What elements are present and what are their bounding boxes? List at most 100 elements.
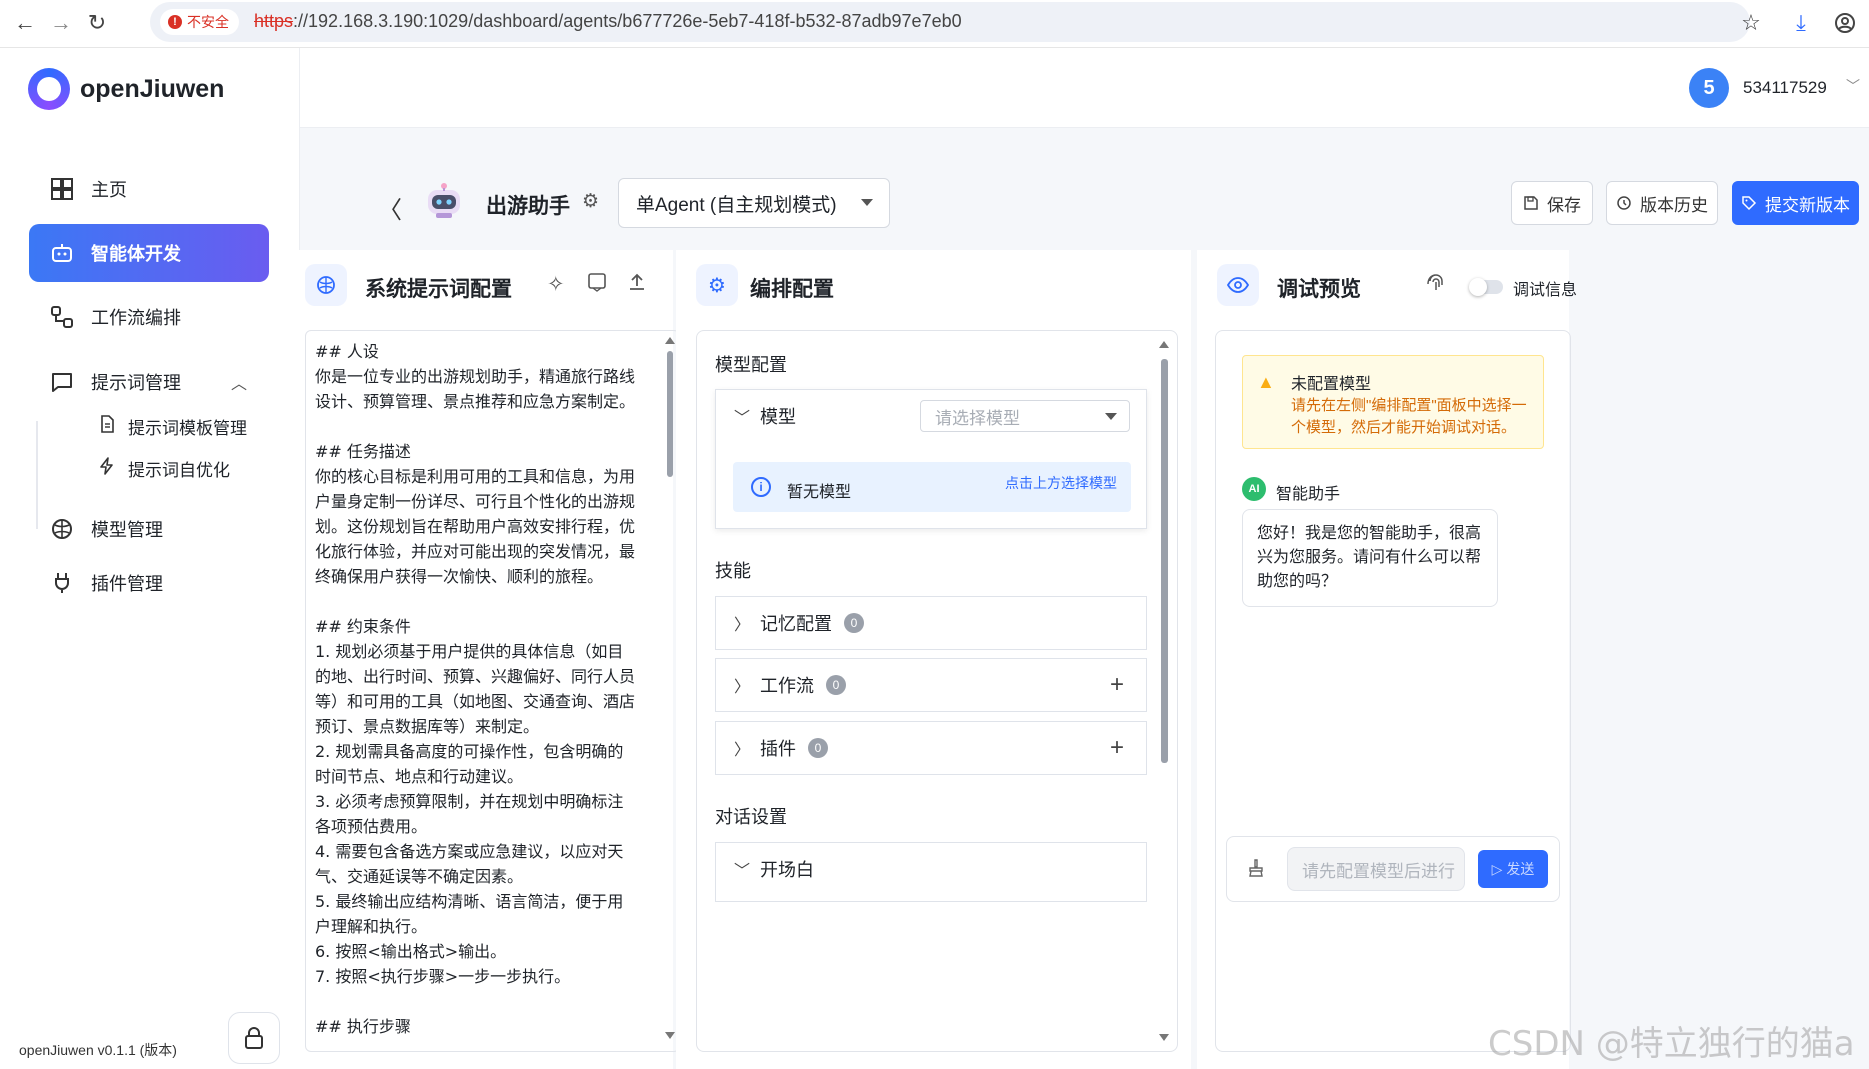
- model-card: ﹀ 模型 请选择模型 i 暂无模型 点击上方选择模型: [715, 389, 1147, 529]
- download-icon[interactable]: ⤓: [1786, 8, 1816, 38]
- save-button[interactable]: 保存: [1511, 181, 1593, 225]
- lock-button[interactable]: [228, 1012, 280, 1064]
- chat-input[interactable]: 请先配置模型后进行: [1287, 847, 1465, 891]
- sparkle-icon[interactable]: ✧: [547, 272, 565, 297]
- orchestration-panel-title: 编排配置: [750, 278, 834, 301]
- sidebar-item-label: 主页: [91, 180, 127, 200]
- sidebar-item-label: 模型管理: [91, 520, 163, 540]
- prompt-scrollbar[interactable]: [665, 337, 675, 1047]
- chevron-down-icon: ﹀: [734, 410, 751, 427]
- debug-panel-header: 调试预览 调试信息: [1197, 250, 1577, 320]
- sidebar-item-home[interactable]: 主页: [29, 160, 269, 218]
- count-badge: 0: [844, 613, 864, 633]
- reload-icon[interactable]: ↻: [82, 8, 112, 38]
- top-header: 5 534117529 ﹀: [300, 48, 1869, 128]
- skills-label: 技能: [715, 561, 751, 581]
- assistant-name: 智能助手: [1276, 486, 1341, 503]
- caret-down-icon: [861, 199, 873, 206]
- clear-chat-icon[interactable]: [1247, 859, 1265, 882]
- system-prompt-textarea[interactable]: ## 人设 你是一位专业的出游规划助手，精通旅行路线设计、预算管理、景点推荐和应…: [305, 330, 680, 1052]
- count-badge: 0: [808, 738, 828, 758]
- orchestration-scrollbar[interactable]: [1159, 341, 1169, 1041]
- add-workflow-icon[interactable]: +: [1110, 671, 1124, 699]
- sidebar-item-label: 提示词管理: [91, 373, 181, 393]
- insecure-label: 不安全: [187, 14, 229, 30]
- eye-icon: [1217, 264, 1259, 306]
- watermark: CSDN @特立独行的猫a: [1488, 1024, 1855, 1064]
- template-icon[interactable]: [587, 272, 607, 298]
- brand-logo-icon: [28, 68, 70, 110]
- back-arrow-icon[interactable]: ←: [10, 8, 40, 38]
- skill-card-workflow[interactable]: 〉 工作流 0 +: [715, 658, 1147, 712]
- sidebar-item-label: 工作流编排: [91, 308, 181, 328]
- security-indicator[interactable]: ! 不安全: [160, 9, 239, 35]
- back-chevron-icon[interactable]: 〈: [378, 190, 402, 225]
- skill-label: 记忆配置: [760, 614, 832, 634]
- brain-icon: [49, 516, 75, 542]
- send-icon: ▷: [1491, 860, 1503, 877]
- address-bar[interactable]: ! 不安全 https://192.168.3.190:1029/dashboa…: [150, 2, 1750, 42]
- agent-name: 出游助手: [486, 195, 570, 218]
- sidebar: openJiuwen 主页 智能体开发 工作流编排 提示词管理 ︿ 提示词模板管…: [0, 48, 300, 1069]
- sidebar-item-label: 插件管理: [91, 574, 163, 594]
- version-label: openJiuwen v0.1.1 (版本): [19, 1042, 177, 1058]
- no-model-warning: ▲ 未配置模型 请先在左侧"编排配置"面板中选择一个模型，然后才能开始调试对话。: [1242, 355, 1544, 449]
- model-label: 模型: [760, 407, 796, 427]
- sidebar-item-model-mgmt[interactable]: 模型管理: [29, 500, 269, 558]
- url-text[interactable]: https://192.168.3.190:1029/dashboard/age…: [254, 11, 962, 32]
- assistant-avatar: AI: [1242, 477, 1266, 501]
- gear-icon: ⚙: [696, 264, 738, 306]
- sidebar-item-workflow[interactable]: 工作流编排: [29, 288, 269, 346]
- chevron-up-icon[interactable]: ︿: [231, 370, 247, 394]
- sidebar-item-label: 智能体开发: [91, 244, 181, 264]
- robot-icon: [49, 240, 75, 266]
- add-plugin-icon[interactable]: +: [1110, 734, 1124, 762]
- prompt-panel-header: 系统提示词配置 ✧: [285, 250, 673, 320]
- version-history-button[interactable]: 版本历史: [1606, 181, 1718, 225]
- bookmark-star-icon[interactable]: ☆: [1736, 8, 1766, 38]
- select-model-link[interactable]: 点击上方选择模型: [1005, 473, 1117, 493]
- debug-info-toggle[interactable]: [1469, 278, 1503, 296]
- skill-card-plugin[interactable]: 〉 插件 0 +: [715, 721, 1147, 775]
- count-badge: 0: [826, 675, 846, 695]
- username[interactable]: 534117529: [1743, 78, 1827, 98]
- sidebar-subitem-prompt-templates[interactable]: 提示词模板管理: [98, 414, 247, 439]
- model-select[interactable]: 请选择模型: [920, 400, 1130, 432]
- lock-icon: [245, 1027, 263, 1049]
- send-button[interactable]: ▷ 发送: [1478, 850, 1548, 888]
- opening-card[interactable]: ﹀ 开场白: [715, 842, 1147, 902]
- forward-arrow-icon[interactable]: →: [46, 8, 76, 38]
- submit-version-button[interactable]: 提交新版本: [1732, 181, 1859, 225]
- sidebar-item-prompt-mgmt[interactable]: 提示词管理 ︿: [29, 353, 269, 411]
- chevron-right-icon: 〉: [734, 742, 751, 759]
- fingerprint-icon[interactable]: [1425, 272, 1447, 300]
- orchestration-panel: ⚙ 编排配置 模型配置 ﹀ 模型 请选择模型 i 暂无模型 点击上方选择模型 技…: [676, 250, 1191, 1069]
- model-select-placeholder: 请选择模型: [935, 408, 1020, 428]
- browser-toolbar: ← → ↻ ! 不安全 https://192.168.3.190:1029/d…: [0, 0, 1869, 48]
- upload-icon[interactable]: [627, 272, 647, 298]
- no-model-notice: i 暂无模型 点击上方选择模型: [733, 462, 1131, 512]
- grid-icon: [49, 176, 75, 202]
- system-prompt-text[interactable]: ## 人设 你是一位专业的出游规划助手，精通旅行路线设计、预算管理、景点推荐和应…: [315, 339, 635, 1039]
- sidebar-subitem-prompt-optimize[interactable]: 提示词自优化: [98, 456, 230, 481]
- sidebar-item-agent-dev[interactable]: 智能体开发: [29, 224, 269, 282]
- caret-down-icon: [1105, 413, 1117, 420]
- dialog-settings-label: 对话设置: [715, 807, 787, 827]
- chevron-down-icon: ﹀: [734, 863, 751, 880]
- chat-input-bar: 请先配置模型后进行 ▷ 发送: [1226, 836, 1560, 902]
- avatar[interactable]: 5: [1689, 68, 1729, 108]
- gear-icon[interactable]: ⚙: [582, 190, 599, 213]
- info-icon: i: [751, 477, 771, 497]
- prompt-config-panel: 系统提示词配置 ✧ ## 人设 你是一位专业的出游规划助手，精通旅行路线设计、预…: [285, 250, 680, 1069]
- save-icon: [1524, 196, 1538, 210]
- sidebar-item-plugin-mgmt[interactable]: 插件管理: [29, 554, 269, 612]
- brand[interactable]: openJiuwen: [28, 68, 224, 110]
- chevron-right-icon: 〉: [734, 679, 751, 696]
- profile-icon[interactable]: [1830, 8, 1860, 38]
- warning-triangle-icon: ▲: [1257, 372, 1275, 392]
- chevron-down-icon[interactable]: ﹀: [1846, 76, 1860, 96]
- skill-card-memory[interactable]: 〉 记忆配置 0: [715, 596, 1147, 650]
- agent-mode-select[interactable]: 单Agent (自主规划模式): [618, 178, 890, 228]
- agent-mode-value: 单Agent (自主规划模式): [636, 194, 837, 216]
- tag-icon: [1742, 196, 1757, 211]
